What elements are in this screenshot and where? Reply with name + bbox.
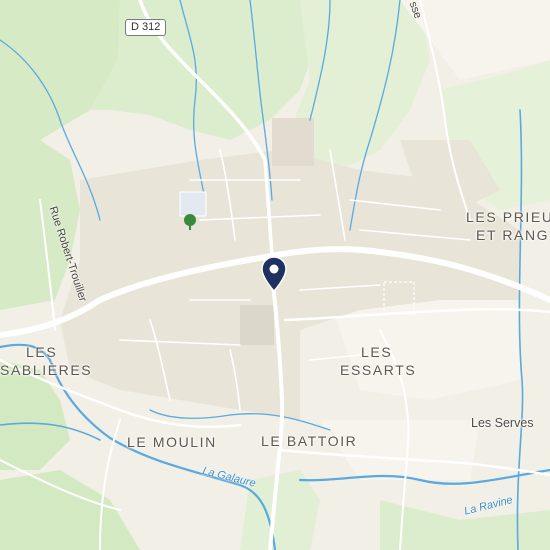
place-label-les-sablieres-2[interactable]: SABLIÈRES bbox=[0, 362, 92, 378]
road-shield-d312: D 312 bbox=[125, 19, 167, 36]
map-view[interactable]: D 312 LES SABLIÈRES LES PRIEU ET RANG LE… bbox=[0, 0, 550, 550]
place-label-le-moulin[interactable]: LE MOULIN bbox=[127, 434, 217, 450]
tree-icon bbox=[184, 214, 196, 230]
place-label-les-prieurs-1[interactable]: LES PRIEU bbox=[466, 209, 550, 225]
place-label-les-prieurs-2[interactable]: ET RANG bbox=[476, 227, 549, 243]
location-pin-icon[interactable] bbox=[261, 256, 287, 292]
place-label-les-sablieres-1[interactable]: LES bbox=[26, 344, 57, 360]
place-label-les-essarts-2[interactable]: ESSARTS bbox=[340, 362, 416, 378]
place-label-le-battoir[interactable]: LE BATTOIR bbox=[261, 433, 357, 449]
place-label-les-serves[interactable]: Les Serves bbox=[471, 416, 534, 430]
place-label-les-essarts-1[interactable]: LES bbox=[361, 344, 392, 360]
